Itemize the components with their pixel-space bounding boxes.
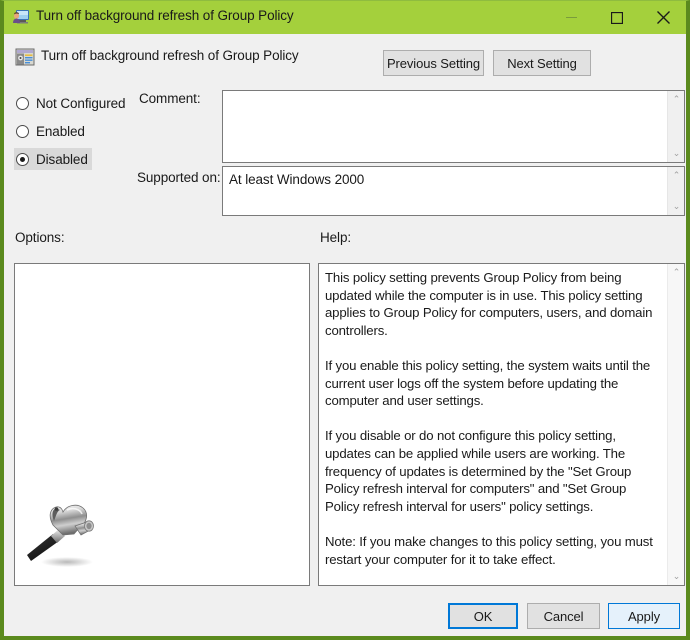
next-setting-button[interactable]: Next Setting bbox=[493, 50, 591, 76]
scroll-up-icon[interactable]: ⌃ bbox=[668, 264, 684, 281]
radio-disabled[interactable]: Disabled bbox=[14, 148, 92, 170]
scroll-up-icon[interactable]: ⌃ bbox=[668, 91, 684, 108]
help-panel[interactable]: This policy setting prevents Group Polic… bbox=[318, 263, 685, 586]
comment-scrollbar[interactable]: ⌃ ⌄ bbox=[667, 91, 684, 162]
cancel-button[interactable]: Cancel bbox=[527, 603, 600, 629]
comment-label: Comment: bbox=[139, 91, 201, 106]
comment-input[interactable]: ⌃ ⌄ bbox=[222, 90, 685, 163]
apply-button[interactable]: Apply bbox=[608, 603, 680, 629]
scroll-down-icon[interactable]: ⌄ bbox=[668, 145, 684, 162]
supported-on-label: Supported on: bbox=[137, 170, 221, 185]
minimize-button[interactable] bbox=[548, 1, 594, 34]
close-button[interactable] bbox=[640, 1, 686, 34]
supported-on-input[interactable]: At least Windows 2000 ⌃ ⌄ bbox=[222, 166, 685, 216]
group-policy-computer-icon bbox=[12, 8, 30, 26]
supported-on-value: At least Windows 2000 bbox=[229, 172, 365, 187]
scroll-down-icon[interactable]: ⌄ bbox=[668, 198, 684, 215]
radio-label: Disabled bbox=[36, 151, 88, 167]
policy-setting-icon bbox=[15, 47, 35, 67]
hammer-icon bbox=[23, 492, 107, 572]
ok-button[interactable]: OK bbox=[448, 603, 518, 629]
window-title: Turn off background refresh of Group Pol… bbox=[36, 8, 294, 23]
supported-on-scrollbar[interactable]: ⌃ ⌄ bbox=[667, 167, 684, 215]
scroll-up-icon[interactable]: ⌃ bbox=[668, 167, 684, 184]
radio-circle-selected-icon bbox=[16, 152, 29, 166]
radio-circle-icon bbox=[16, 124, 29, 138]
policy-setting-dialog: Turn off background refresh of Group Pol… bbox=[0, 0, 690, 640]
help-text: This policy setting prevents Group Polic… bbox=[325, 270, 653, 567]
help-scrollbar[interactable]: ⌃ ⌄ bbox=[667, 264, 684, 585]
setting-title: Turn off background refresh of Group Pol… bbox=[41, 48, 299, 63]
radio-enabled[interactable]: Enabled bbox=[14, 120, 89, 142]
scroll-down-icon[interactable]: ⌄ bbox=[668, 568, 684, 585]
radio-not-configured[interactable]: Not Configured bbox=[14, 92, 129, 114]
previous-setting-button[interactable]: Previous Setting bbox=[383, 50, 484, 76]
maximize-button[interactable] bbox=[594, 1, 640, 34]
options-label: Options: bbox=[15, 230, 65, 245]
radio-circle-icon bbox=[16, 96, 29, 110]
radio-label: Enabled bbox=[36, 123, 85, 139]
radio-label: Not Configured bbox=[36, 95, 126, 111]
options-panel[interactable] bbox=[14, 263, 310, 586]
title-bar: Turn off background refresh of Group Pol… bbox=[4, 1, 686, 34]
help-label: Help: bbox=[320, 230, 352, 245]
